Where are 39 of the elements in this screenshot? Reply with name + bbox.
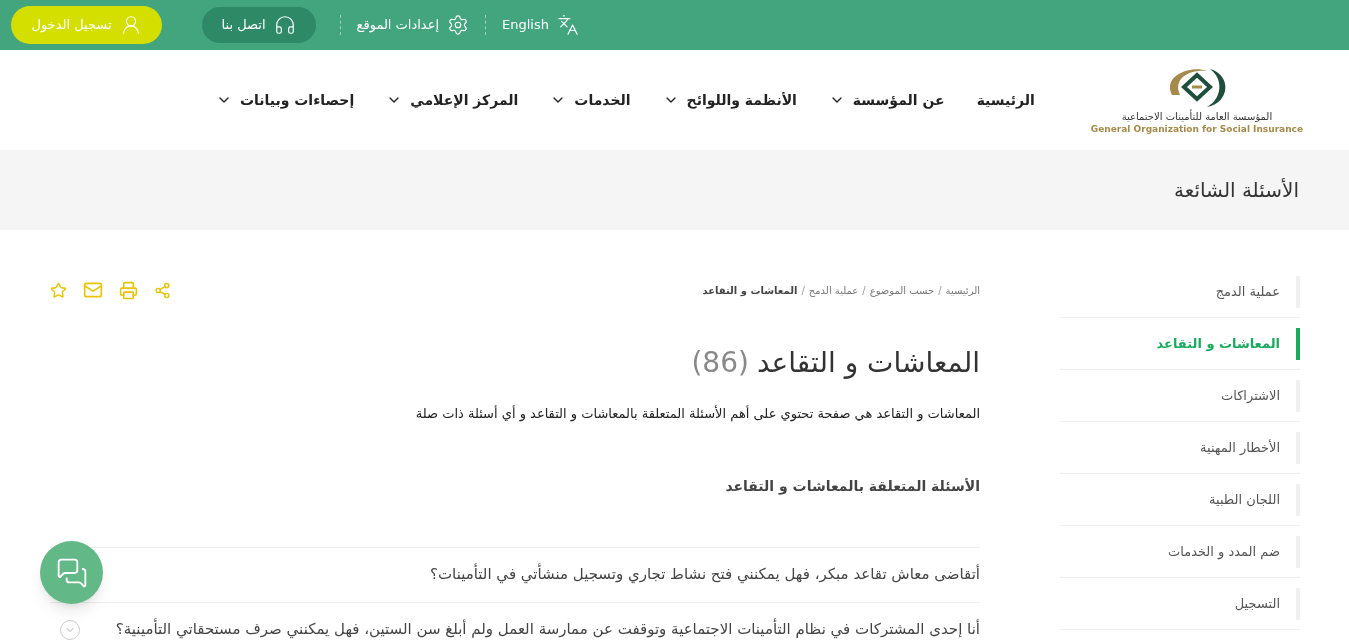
chat-button[interactable] xyxy=(40,541,103,604)
description-text: المعاشات و التقاعد هي صفحة تحتوي على أهم الأسئلة المتعلقة بالمعاشات و التقاعد و أي أسئلة ذات صلة xyxy=(414,404,980,424)
breadcrumb-separator: / xyxy=(801,283,805,298)
star-icon[interactable] xyxy=(50,281,67,299)
nav-item[interactable]: عن المؤسسة xyxy=(828,89,945,111)
logo-english-text: General Organization for Social Insurance xyxy=(1090,123,1303,135)
chat-icon xyxy=(55,556,88,589)
sidebar-item[interactable]: التسجيل xyxy=(1060,578,1300,630)
share-icon[interactable] xyxy=(154,281,171,299)
sidebar-item[interactable]: عملية الدمج xyxy=(1060,266,1300,318)
logo-arabic-text: المؤسسة العامة للتأمينات الاجتماعية xyxy=(1121,111,1273,124)
nav-item[interactable]: الرئيسية xyxy=(976,89,1035,111)
breadcrumb-separator: / xyxy=(938,283,942,298)
nav-item[interactable]: الخدمات xyxy=(550,89,631,111)
contact-button[interactable]: اتصل بنا xyxy=(201,7,316,43)
headset-icon xyxy=(273,14,296,36)
breadcrumb-separator: / xyxy=(862,283,866,298)
print-icon[interactable] xyxy=(119,280,138,300)
breadcrumb-link[interactable]: حسب الموضوع xyxy=(869,282,935,298)
breadcrumb-link[interactable]: عملية الدمج xyxy=(808,282,859,298)
breadcrumb-link[interactable]: الرئيسية xyxy=(945,282,980,298)
faq-question[interactable]: أتقاضى معاش تقاعد مبكر، فهل يمكنني فتح نشاط تجاري وتسجيل منشأتي في التأمينات؟ xyxy=(430,563,980,586)
sidebar-item[interactable]: الاشتراكات xyxy=(1060,370,1300,422)
settings-icon xyxy=(447,14,470,36)
heading-count: (86) xyxy=(691,345,749,381)
mail-icon[interactable] xyxy=(83,280,103,300)
expand-icon[interactable] xyxy=(60,619,80,640)
sidebar-item[interactable]: الأخطار المهنية xyxy=(1060,422,1300,474)
sidebar-item[interactable]: ضم المدد و الخدمات xyxy=(1060,526,1300,578)
nav-item[interactable]: المركز الإعلامي xyxy=(386,89,519,111)
breadcrumb-current: المعاشات و التقاعد xyxy=(702,283,798,298)
page-title: الأسئلة الشائعة xyxy=(1174,177,1299,204)
nav-item[interactable]: الأنظمة واللوائح xyxy=(662,89,797,111)
section-title: الأسئلة المتعلقة بالمعاشات و التقاعد xyxy=(724,476,980,497)
faq-question[interactable]: أنا إحدى المشتركات في نظام التأمينات الاجتماعية وتوقفت عن ممارسة العمل ولم أبلغ سن الستين، فهل يمكنني صرف مستحقاتي التأمينية؟ xyxy=(115,618,980,641)
heading-title: المعاشات و التقاعد xyxy=(756,345,980,381)
sidebar-item[interactable]: اللجان الطبية xyxy=(1060,474,1300,526)
nav-item[interactable]: إحصاءات وبيانات xyxy=(215,89,355,111)
language-icon xyxy=(557,14,579,36)
